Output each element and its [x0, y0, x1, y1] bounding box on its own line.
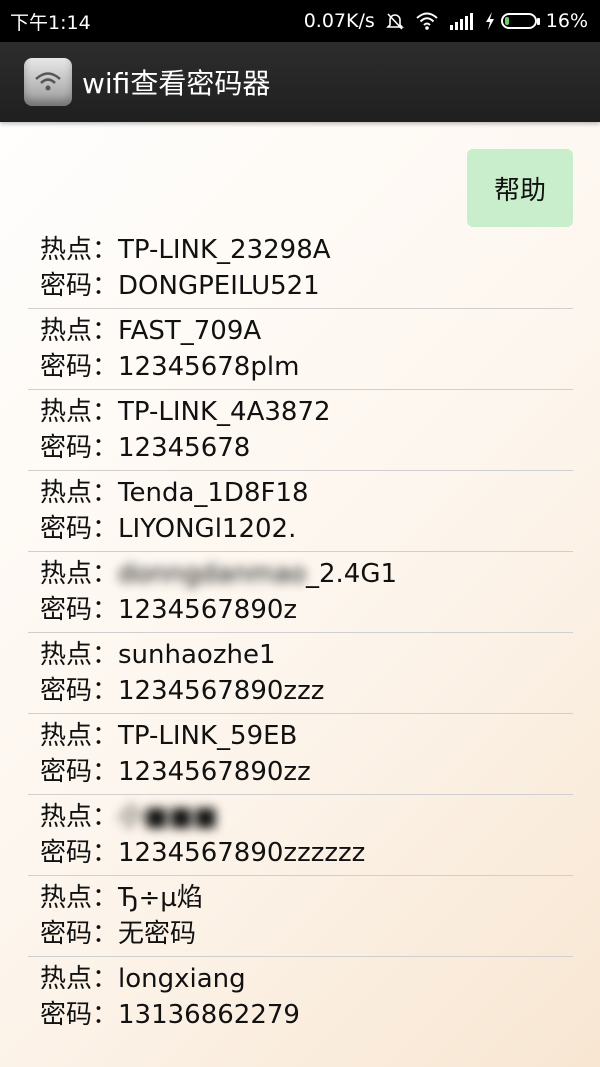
password-label: 密码：	[40, 595, 119, 625]
battery-indicator: 16%	[485, 10, 588, 32]
password-label: 密码：	[40, 352, 119, 382]
hotspot-line: 热点：longxiang	[40, 961, 573, 997]
password-label: 密码：	[40, 1000, 119, 1030]
password-label: 密码：	[40, 757, 119, 787]
hotspot-line: 热点：Tenda_1D8F18	[40, 475, 573, 511]
hotspot-line: 热点：FAST_709A	[40, 313, 573, 349]
hotspot-name: TP-LINK_4A3872	[118, 397, 331, 427]
password-line: 密码：无密码	[40, 916, 573, 952]
app-title: wifi查看密码器	[82, 67, 271, 100]
password-line: 密码：1234567890zzz	[40, 673, 573, 709]
password-label: 密码：	[40, 838, 119, 868]
password-label: 密码：	[40, 919, 119, 949]
battery-tip	[536, 17, 540, 25]
hotspot-line: 热点：TP-LINK_4A3872	[40, 394, 573, 430]
hotspot-label: 热点：	[40, 640, 119, 670]
hotspot-name: TP-LINK_23298A	[118, 235, 331, 265]
password-line: 密码：DONGPEILU521	[40, 268, 573, 304]
hotspot-name: _2.4G1	[305, 559, 398, 589]
hotspot-name-blurred: donngdanmao	[118, 559, 306, 589]
list-item[interactable]: 热点：sunhaozhe1 密码：1234567890zzz	[28, 633, 573, 714]
status-icons: 0.07K/s 16%	[304, 10, 600, 32]
password-value: 12345678plm	[118, 352, 300, 382]
hotspot-label: 热点：	[40, 316, 119, 346]
list-item[interactable]: 热点：Ђ÷µ焰 密码：无密码	[28, 876, 573, 957]
status-time: 下午1:14	[10, 11, 91, 34]
list-item[interactable]: 热点：Tenda_1D8F18 密码：LIYONGl1202.	[28, 471, 573, 552]
mute-icon	[385, 11, 405, 31]
hotspot-label: 热点：	[40, 235, 119, 265]
hotspot-label: 热点：	[40, 721, 119, 751]
charging-icon	[485, 12, 494, 30]
password-line: 密码：1234567890zzzzzz	[40, 835, 573, 871]
password-label: 密码：	[40, 676, 119, 706]
password-value: 13136862279	[118, 1000, 300, 1030]
wifi-signal-icon	[415, 11, 439, 31]
password-value: 12345678	[118, 433, 251, 463]
password-line: 密码：13136862279	[40, 997, 573, 1033]
wifi-list: 热点：TP-LINK_23298A 密码：DONGPEILU521 热点：FAST_…	[28, 228, 573, 1038]
list-item[interactable]: 热点：TP-LINK_23298A 密码：DONGPEILU521	[28, 228, 573, 309]
password-line: 密码：LIYONGl1202.	[40, 511, 573, 547]
network-speed: 0.07K/s	[303, 10, 375, 32]
help-button[interactable]: 帮助	[467, 149, 573, 227]
hotspot-line: 热点：TP-LINK_59EB	[40, 718, 573, 754]
hotspot-name: longxiang	[118, 964, 246, 994]
list-item[interactable]: 热点：FAST_709A 密码：12345678plm	[28, 309, 573, 390]
password-label: 密码：	[40, 514, 119, 544]
hotspot-label: 热点：	[40, 397, 119, 427]
password-value: DONGPEILU521	[118, 271, 320, 301]
hotspot-label: 热点：	[40, 559, 119, 589]
battery-percent: 16%	[545, 10, 588, 32]
list-item[interactable]: 热点：donngdanmao_2.4G1 密码：1234567890z	[28, 552, 573, 633]
wifi-drive-icon	[24, 58, 72, 106]
hotspot-name: Tenda_1D8F18	[118, 478, 309, 508]
hotspot-line: 热点：donngdanmao_2.4G1	[40, 556, 573, 592]
battery-level	[504, 17, 509, 25]
password-label: 密码：	[40, 271, 119, 301]
password-value: 1234567890z	[118, 595, 298, 625]
hotspot-name: Ђ÷µ焰	[118, 883, 203, 913]
hotspot-line: 热点：Ђ÷µ焰	[40, 880, 573, 916]
password-line: 密码：12345678	[40, 430, 573, 466]
hotspot-label: 热点：	[40, 478, 119, 508]
list-item[interactable]: 热点：TP-LINK_4A3872 密码：12345678	[28, 390, 573, 471]
password-value: 1234567890zzz	[118, 676, 325, 706]
hotspot-name: FAST_709A	[118, 316, 262, 346]
password-line: 密码：1234567890zz	[40, 754, 573, 790]
password-line: 密码：1234567890z	[40, 592, 573, 628]
hotspot-label: 热点：	[40, 964, 119, 994]
battery-icon	[500, 13, 537, 29]
status-bar: 下午1:14 0.07K/s 16%	[0, 0, 600, 42]
password-value: 无密码	[118, 919, 197, 949]
list-item[interactable]: 热点：小■■■ 密码：1234567890zzzzzz	[28, 795, 573, 876]
hotspot-name: TP-LINK_59EB	[118, 721, 298, 751]
password-value: LIYONGl1202.	[118, 514, 297, 544]
hotspot-name-blurred: 小■■■	[118, 802, 218, 832]
hotspot-label: 热点：	[40, 883, 119, 913]
hotspot-label: 热点：	[40, 802, 119, 832]
password-value: 1234567890zz	[118, 757, 311, 787]
password-value: 1234567890zzzzzz	[118, 838, 366, 868]
hotspot-line: 热点：sunhaozhe1	[40, 637, 573, 673]
app-bar: wifi查看密码器	[0, 42, 600, 122]
list-item[interactable]: 热点：longxiang 密码：13136862279	[28, 957, 573, 1038]
hotspot-line: 热点：小■■■	[40, 799, 573, 835]
password-label: 密码：	[40, 433, 119, 463]
password-line: 密码：12345678plm	[40, 349, 573, 385]
hotspot-line: 热点：TP-LINK_23298A	[40, 232, 573, 268]
hotspot-name: sunhaozhe1	[118, 640, 276, 670]
list-item[interactable]: 热点：TP-LINK_59EB 密码：1234567890zz	[28, 714, 573, 795]
cell-signal-icon	[449, 11, 475, 31]
